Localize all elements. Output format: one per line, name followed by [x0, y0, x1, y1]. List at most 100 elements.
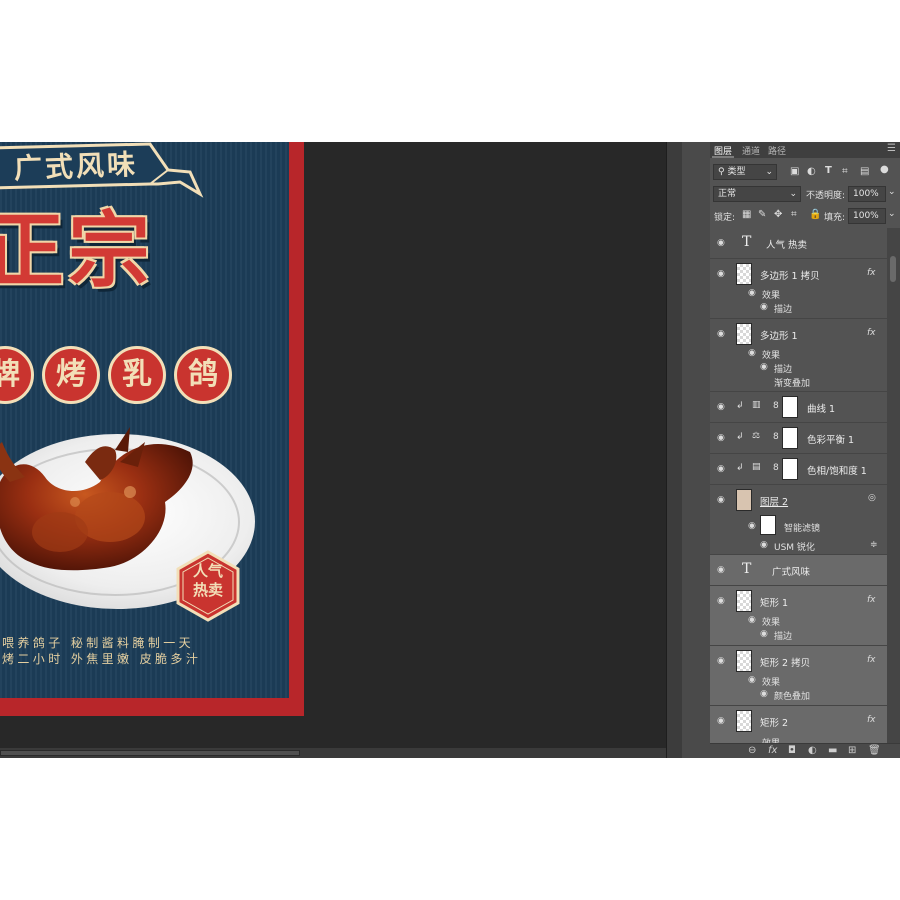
layer-row[interactable]: ◉ 矩形 2 拷贝 fx ◉ 效果 ◉ 颜色叠加	[710, 646, 887, 706]
visibility-eye-icon[interactable]: ◉	[717, 716, 725, 726]
filter-toggle-icon[interactable]: ●	[880, 164, 889, 175]
collapsed-panel-dock[interactable]	[682, 142, 710, 758]
clip-arrow-icon: ↲	[736, 401, 744, 411]
layer-row[interactable]: ◉ 矩形 1 fx ◉ 效果 ◉ 描边	[710, 586, 887, 646]
panel-menu-icon[interactable]: ☰	[887, 143, 896, 154]
banner-text: 广式风味	[13, 147, 139, 186]
horizontal-scrollbar[interactable]	[0, 748, 666, 758]
layer-name: 人气 热卖	[766, 240, 808, 251]
visibility-eye-icon[interactable]: ◉	[717, 269, 725, 279]
chevron-down-icon[interactable]: ⌄	[888, 187, 896, 197]
link-icon[interactable]: 8	[773, 463, 779, 473]
scrollbar-thumb[interactable]	[0, 750, 300, 756]
new-layer-icon[interactable]: ⊞	[848, 745, 856, 756]
panel-footer-toolbar: ⊖ fx ◘ ◐ ▬ ⊞ 🗑	[710, 743, 900, 758]
usm-eye-icon[interactable]: ◉	[760, 540, 768, 550]
layer-name: 色彩平衡 1	[807, 435, 855, 446]
visibility-eye-icon[interactable]: ◉	[717, 656, 725, 666]
effects-eye-icon[interactable]: ◉	[748, 288, 756, 298]
title-circle-2: 烤	[42, 346, 100, 404]
layer-row[interactable]: ◉ ↲ ▥ 8 曲线 1	[710, 392, 887, 423]
layer-mask-thumbnail[interactable]	[782, 427, 798, 449]
filter-options-icon[interactable]: ≑	[870, 540, 878, 550]
visibility-eye-icon[interactable]: ◉	[717, 565, 725, 575]
layer-row[interactable]: ◉ ↲ ▤ 8 色相/饱和度 1	[710, 454, 887, 485]
shape-filter-icon[interactable]: ⌗	[842, 166, 848, 177]
effects-eye-icon[interactable]: ◉	[748, 348, 756, 358]
layer-name: 矩形 2	[760, 718, 789, 729]
pixel-filter-icon[interactable]: ▣	[790, 166, 799, 177]
visibility-eye-icon[interactable]: ◉	[717, 329, 725, 339]
link-layers-icon[interactable]: ⊖	[748, 745, 756, 756]
add-mask-icon[interactable]: ◘	[788, 745, 796, 756]
layer-row[interactable]: ◉ T 人气 热卖	[710, 228, 887, 259]
text-filter-icon[interactable]: T	[825, 165, 832, 176]
lock-all-icon[interactable]: 🔒	[809, 209, 821, 220]
layer-thumbnail	[736, 650, 752, 672]
visibility-eye-icon[interactable]: ◉	[717, 238, 725, 248]
opacity-input[interactable]: 100%	[848, 186, 886, 202]
fx-icon[interactable]: fx	[867, 595, 876, 605]
visibility-eye-icon[interactable]: ◉	[717, 402, 725, 412]
document-canvas[interactable]: 广式风味 正宗 牌 烤 乳 鸽 人气 热卖 喂养鸽子 秘制酱料腌制一天 烤二小时…	[0, 142, 666, 748]
fill-input[interactable]: 100%	[848, 208, 886, 224]
fx-icon[interactable]: fx	[867, 655, 876, 665]
blend-mode-select[interactable]: 正常 ⌄	[713, 186, 801, 202]
visibility-eye-icon[interactable]: ◉	[717, 495, 725, 505]
lock-artboard-icon[interactable]: ⌗	[791, 209, 797, 220]
photoshop-window: 广式风味 正宗 牌 烤 乳 鸽 人气 热卖 喂养鸽子 秘制酱料腌制一天 烤二小时…	[0, 142, 900, 758]
link-icon[interactable]: 8	[773, 401, 779, 411]
chevron-down-icon[interactable]: ⌄	[888, 209, 896, 219]
link-icon[interactable]: 8	[773, 432, 779, 442]
badge-line1: 人气	[192, 562, 223, 580]
tab-channels[interactable]: 通道	[742, 144, 760, 157]
smart-object-filter-icon[interactable]: ▤	[860, 166, 869, 177]
smart-filter-icon[interactable]: ◎	[868, 493, 876, 503]
title-circle-3: 乳	[108, 346, 166, 404]
fx-icon[interactable]: fx	[867, 328, 876, 338]
adjustment-filter-icon[interactable]: ◐	[807, 166, 816, 177]
layer-row[interactable]: ◉ 图层 2 ◎ ◉ 智能滤镜 ◉ USM 锐化 ≑	[710, 485, 887, 555]
layer-row[interactable]: ◉ 矩形 2 fx 效果	[710, 706, 887, 743]
layers-scrollbar[interactable]	[887, 228, 900, 743]
layer-thumbnail	[736, 710, 752, 732]
layer-thumbnail	[736, 590, 752, 612]
stroke-eye-icon[interactable]: ◉	[760, 362, 768, 372]
layer-filter-select[interactable]: ⚲ 类型 ⌄	[713, 164, 777, 180]
lock-pixels-icon[interactable]: ✎	[758, 209, 766, 220]
layer-row[interactable]: ◉ 多边形 1 fx ◉ 效果 ◉ 描边 渐变叠加	[710, 319, 887, 392]
effects-eye-icon[interactable]: ◉	[748, 615, 756, 625]
color-overlay-eye-icon[interactable]: ◉	[760, 689, 768, 699]
panel-dock-divider[interactable]	[666, 142, 682, 758]
scrollbar-thumb[interactable]	[890, 256, 896, 282]
active-tab-indicator	[712, 156, 734, 158]
tab-paths[interactable]: 路径	[768, 144, 786, 157]
stroke-eye-icon[interactable]: ◉	[760, 302, 768, 312]
smart-filters-label: 智能滤镜	[784, 524, 821, 534]
lock-transparent-icon[interactable]: ▦	[742, 209, 751, 220]
add-style-icon[interactable]: fx	[768, 745, 777, 756]
smart-filter-eye-icon[interactable]: ◉	[748, 521, 756, 531]
new-adjustment-icon[interactable]: ◐	[808, 745, 817, 756]
layer-mask-thumbnail[interactable]	[782, 458, 798, 480]
layer-row[interactable]: ◉ T 广式风味	[710, 555, 887, 586]
fx-icon[interactable]: fx	[867, 715, 876, 725]
effects-label: 效果	[762, 736, 780, 743]
layer-row[interactable]: ◉ 多边形 1 拷贝 fx ◉ 效果 ◉ 描边	[710, 259, 887, 319]
new-group-icon[interactable]: ▬	[828, 745, 837, 756]
effects-eye-icon[interactable]: ◉	[748, 675, 756, 685]
fx-icon[interactable]: fx	[867, 268, 876, 278]
poster-title: 正宗	[0, 203, 155, 299]
layer-name: 矩形 1	[760, 598, 789, 609]
poster-blue-background: 广式风味 正宗 牌 烤 乳 鸽 人气 热卖 喂养鸽子 秘制酱料腌制一天 烤二小时…	[0, 142, 289, 698]
visibility-eye-icon[interactable]: ◉	[717, 464, 725, 474]
trash-icon[interactable]: 🗑	[868, 745, 881, 756]
panel-tabs: 图层 通道 路径 ☰	[710, 142, 900, 158]
lock-position-icon[interactable]: ✥	[774, 209, 782, 220]
layer-mask-thumbnail[interactable]	[782, 396, 798, 418]
filter-mask-thumbnail[interactable]	[760, 515, 776, 535]
layer-row[interactable]: ◉ ↲ ⚖ 8 色彩平衡 1	[710, 423, 887, 454]
visibility-eye-icon[interactable]: ◉	[717, 596, 725, 606]
visibility-eye-icon[interactable]: ◉	[717, 433, 725, 443]
stroke-eye-icon[interactable]: ◉	[760, 629, 768, 639]
